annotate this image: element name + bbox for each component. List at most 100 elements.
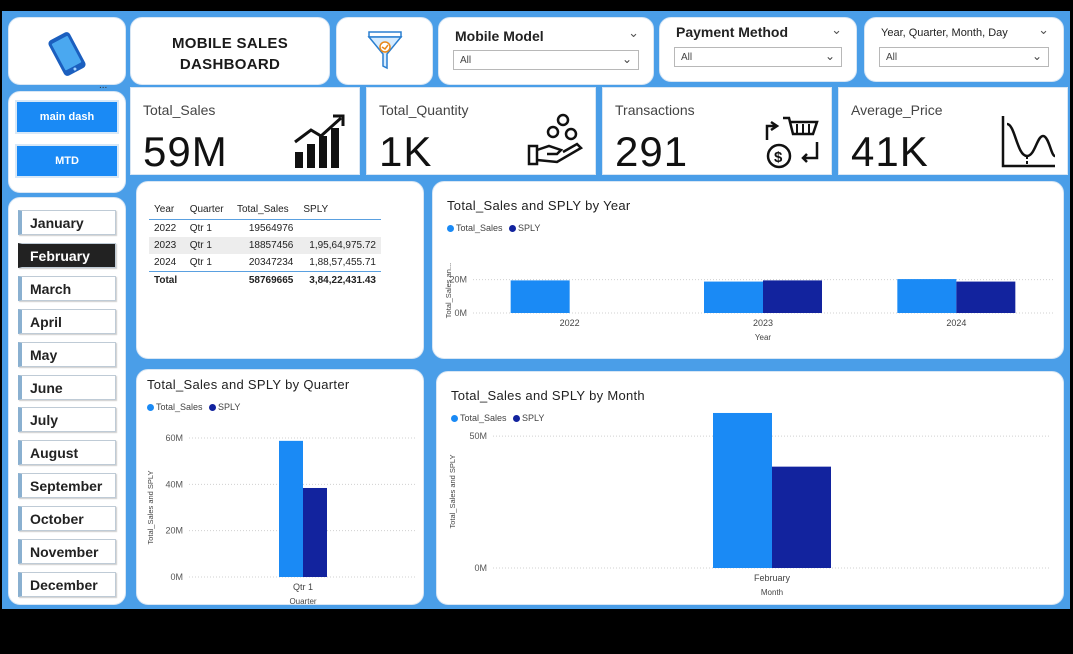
month-button-february[interactable]: February — [18, 242, 116, 268]
x-tick-label: 2022 — [560, 318, 580, 328]
month-button-december[interactable]: December — [18, 571, 116, 597]
bar-sply — [303, 487, 327, 577]
table-cell: 19564976 — [248, 223, 294, 234]
bar-sply — [956, 281, 1016, 313]
x-tick-label: February — [754, 573, 791, 583]
chevron-down-icon[interactable]: ⌄ — [622, 52, 632, 66]
bar-sply — [763, 280, 822, 313]
filter-card[interactable] — [336, 17, 433, 85]
main-dash-button[interactable]: main dash — [15, 100, 119, 134]
y-axis-label: Total_Sales and SPLY — [146, 470, 155, 544]
year-chart-card: Total_Sales and SPLY by Year Total_Sales… — [432, 181, 1064, 359]
payment-method-slicer[interactable]: Payment Method ⌄ All ⌄ — [659, 17, 857, 82]
quarter-bar-chart: 0M 20M 40M 60M Total_Sales and SPLY Qtr 1 Quar… — [146, 433, 417, 604]
table-row: 2022 Qtr 1 19564976 — [149, 220, 381, 238]
month-button-august[interactable]: August — [18, 440, 116, 466]
bar-total-sales — [279, 440, 303, 577]
month-button-march[interactable]: March — [18, 275, 116, 301]
kpi-label: Average_Price — [851, 102, 943, 118]
kpi-label: Transactions — [615, 102, 695, 118]
kpi-total-quantity: Total_Quantity 1K — [366, 87, 596, 175]
kpi-value: 59M — [143, 128, 228, 175]
mobile-model-slicer[interactable]: Mobile Model ⌄ All ⌄ — [438, 17, 654, 85]
table-cell: Total — [149, 271, 185, 289]
chevron-down-icon[interactable]: ⌄ — [825, 49, 835, 63]
month-button-november[interactable]: November — [18, 539, 116, 564]
column-header[interactable]: SPLY — [298, 200, 381, 220]
table-cell: 18857456 — [231, 237, 299, 254]
table-row: 2024 Qtr 1 20347234 1,88,57,455.71 — [149, 254, 381, 272]
date-hierarchy-slicer[interactable]: Year, Quarter, Month, Day ⌄ All ⌄ — [864, 17, 1064, 82]
table-cell: 1,95,64,975.72 — [298, 237, 381, 254]
sales-matrix-table: Year Quarter Total_Sales SPLY 2022 Qtr 1… — [149, 200, 381, 289]
date-hierarchy-dropdown[interactable]: All ⌄ — [879, 47, 1049, 67]
table-cell: Qtr 1 — [189, 257, 212, 268]
sales-matrix-card: Year Quarter Total_Sales SPLY 2022 Qtr 1… — [136, 181, 424, 359]
column-header[interactable]: Year — [149, 200, 185, 220]
table-cell — [184, 271, 232, 289]
slicer-label-date: Year, Quarter, Month, Day — [881, 27, 1008, 39]
month-button-october[interactable]: October — [18, 506, 116, 532]
hand-coins-icon — [527, 112, 585, 170]
cart-exchange-icon: $ — [763, 112, 821, 170]
more-options-icon[interactable]: ... — [99, 81, 107, 91]
y-axis-label: Total_Sales and SPLY — [448, 454, 457, 528]
y-tick-label: 50M — [469, 431, 487, 441]
mtd-button[interactable]: MTD — [15, 144, 119, 178]
y-tick-label: 0M — [474, 563, 487, 573]
title-card: MOBILE SALES DASHBOARD — [130, 17, 330, 85]
month-bar-chart: 0M 50M Total_Sales and SPLY February Month — [448, 412, 1051, 597]
kpi-transactions: Transactions 291 $ — [602, 87, 832, 175]
slicer-label-mobile-model: Mobile Model — [455, 28, 544, 44]
bar-total-sales — [704, 281, 763, 313]
month-button-july[interactable]: July — [18, 407, 116, 433]
month-button-january[interactable]: January — [18, 210, 116, 235]
slicer-label-payment-method: Payment Method — [676, 24, 789, 40]
x-tick-label: 2024 — [946, 318, 966, 328]
kpi-average-price: Average_Price 41K — [838, 87, 1068, 175]
bell-curve-icon — [999, 112, 1057, 170]
dropdown-value: All — [460, 55, 472, 66]
table-cell: Qtr 1 — [184, 237, 232, 254]
table-cell: 3,84,22,431.43 — [298, 271, 381, 289]
chevron-down-icon[interactable]: ⌄ — [1032, 49, 1042, 63]
month-button-september[interactable]: September — [18, 473, 116, 499]
kpi-value: 1K — [379, 128, 433, 175]
table-cell: 2023 — [149, 237, 185, 254]
month-button-june[interactable]: June — [18, 374, 116, 400]
logo-card: ... — [8, 17, 126, 91]
chevron-down-icon[interactable]: ⌄ — [1038, 22, 1049, 38]
kpi-label: Total_Quantity — [379, 102, 469, 118]
report-canvas: ... MOBILE SALES DASHBOARD Mobile Model … — [2, 11, 1070, 609]
year-bar-chart: 0M20MTotal_Sales an...2022 2023 2024Year — [444, 263, 1053, 342]
column-header[interactable]: Quarter — [184, 200, 232, 220]
kpi-value: 41K — [851, 128, 929, 175]
chevron-down-icon[interactable]: ⌄ — [628, 25, 639, 41]
y-tick-label: 0M — [170, 572, 183, 582]
kpi-total-sales: Total_Sales 59M — [130, 87, 360, 175]
kpi-value: 291 — [615, 128, 689, 175]
filter-funnel-icon[interactable] — [365, 30, 405, 79]
x-tick-label: Qtr 1 — [293, 582, 313, 592]
chevron-down-icon[interactable]: ⌄ — [831, 22, 842, 38]
dropdown-value: All — [681, 52, 693, 63]
x-axis-label: Year — [755, 333, 772, 342]
navigation-panel: main dash MTD — [8, 91, 126, 193]
y-tick-label: 60M — [165, 433, 183, 443]
bar-sply — [772, 466, 831, 568]
payment-method-dropdown[interactable]: All ⌄ — [674, 47, 842, 67]
x-tick-label: 2023 — [753, 318, 773, 328]
dashboard-title: MOBILE SALES DASHBOARD — [131, 33, 329, 75]
month-button-april[interactable]: April — [18, 308, 116, 334]
table-cell — [298, 220, 381, 238]
x-axis-label: Quarter — [289, 597, 316, 604]
kpi-label: Total_Sales — [143, 102, 216, 118]
month-button-may[interactable]: May — [18, 341, 116, 367]
mobile-model-dropdown[interactable]: All ⌄ — [453, 50, 639, 70]
column-header[interactable]: Total_Sales — [231, 200, 299, 220]
table-cell: 2024 — [154, 257, 177, 268]
table-header-row: Year Quarter Total_Sales SPLY — [149, 200, 381, 220]
table-cell: 2022 — [154, 223, 177, 234]
table-cell: 20347234 — [248, 257, 294, 268]
month-slicer-panel: January February March April May June July Augu… — [8, 197, 126, 605]
